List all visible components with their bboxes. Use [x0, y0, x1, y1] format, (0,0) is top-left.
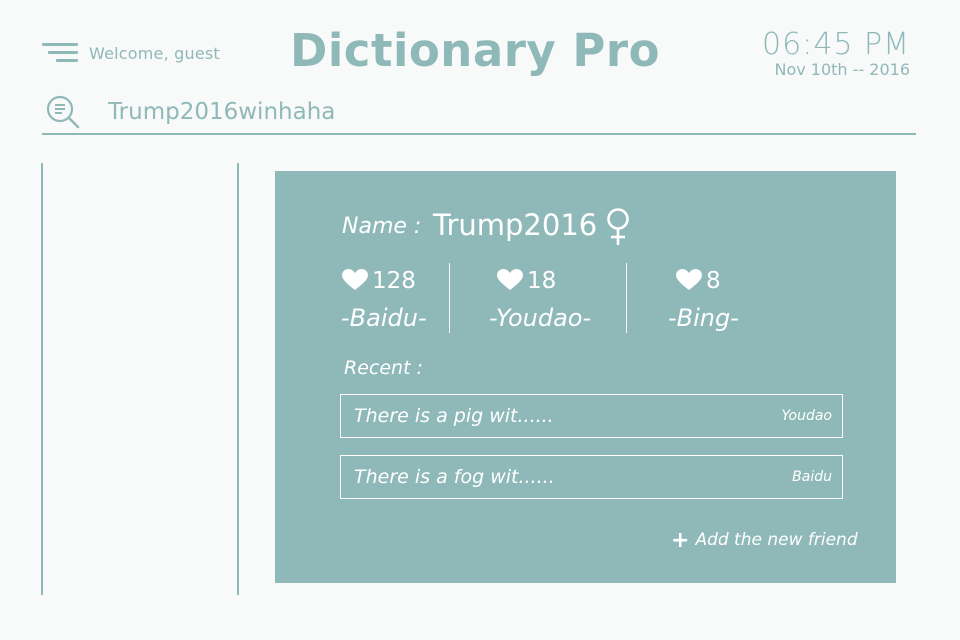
stat-source: -Baidu- [341, 304, 427, 332]
stat-count: 18 [527, 268, 557, 294]
heart-icon [676, 269, 702, 290]
clock-time: 06:45 PM [762, 27, 910, 62]
heart-icon [497, 269, 523, 290]
add-friend-button[interactable]: + Add the new friend [671, 528, 858, 553]
recent-item-source: Baidu [792, 469, 832, 485]
sidebar [41, 163, 239, 595]
stat-youdao: 18 -Youdao- [487, 263, 617, 333]
heart-icon [342, 269, 368, 290]
stat-count: 8 [706, 268, 721, 294]
stat-count: 128 [372, 268, 416, 294]
recent-label: Recent : [344, 357, 423, 379]
stat-source: -Bing- [668, 304, 739, 332]
clock-date: Nov 10th -- 2016 [774, 60, 910, 79]
female-icon [607, 208, 629, 245]
welcome-text: Welcome, guest [89, 44, 220, 63]
recent-item[interactable]: There is a fog wit...... Baidu [340, 455, 843, 499]
profile-card: Name : Trump2016 128 -Baidu- 18 -Youdao-… [275, 171, 896, 583]
stat-bing: 8 -Bing- [668, 263, 778, 333]
app-title: Dictionary Pro [290, 24, 660, 77]
recent-item-text: There is a fog wit...... [354, 466, 555, 488]
search-icon[interactable] [45, 94, 81, 130]
search-underline [42, 133, 916, 135]
add-friend-label: Add the new friend [695, 530, 858, 550]
recent-item-text: There is a pig wit...... [354, 405, 554, 427]
menu-icon[interactable] [42, 43, 78, 65]
stat-baidu: 128 -Baidu- [340, 263, 450, 333]
name-label: Name : [342, 214, 422, 239]
stat-divider [449, 263, 450, 333]
recent-item[interactable]: There is a pig wit...... Youdao [340, 394, 843, 438]
recent-item-source: Youdao [781, 408, 832, 424]
stat-source: -Youdao- [489, 304, 592, 332]
profile-name: Trump2016 [433, 208, 598, 242]
search-input[interactable] [108, 95, 888, 129]
stat-divider [626, 263, 627, 333]
plus-icon: + [671, 528, 690, 553]
